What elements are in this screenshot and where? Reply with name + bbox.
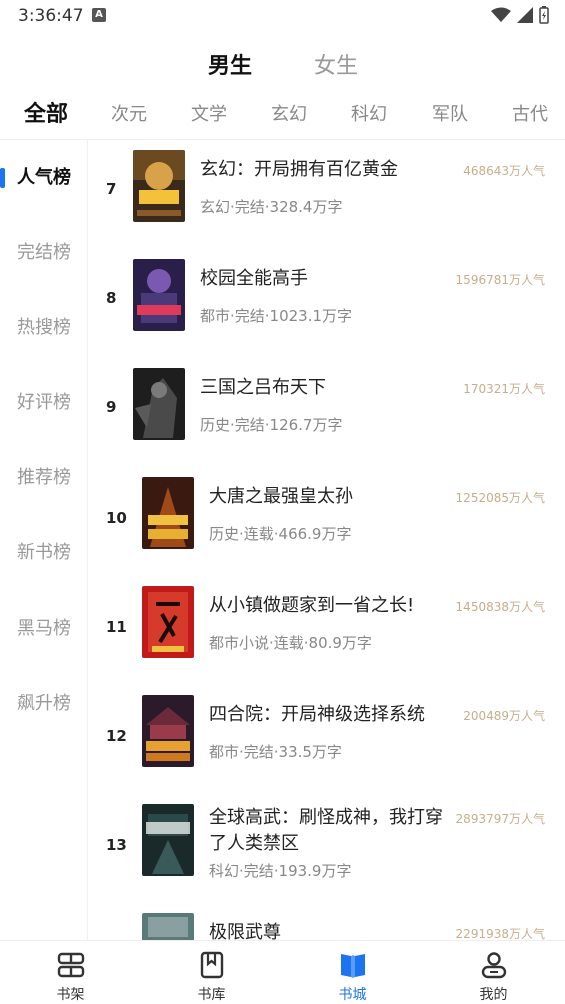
category-wenxue[interactable]: 文学 bbox=[191, 100, 227, 126]
rank-number: 8 bbox=[106, 289, 117, 307]
book-title[interactable]: 从小镇做题家到一省之长! bbox=[209, 593, 414, 619]
book-meta: 玄幻·完结·328.4万字 bbox=[200, 198, 343, 216]
status-bar: 3:36:47 A bbox=[0, 0, 565, 32]
book-title-line-2[interactable]: 了人类禁区 bbox=[209, 831, 299, 857]
book-cover[interactable] bbox=[142, 586, 194, 658]
book-cover[interactable] bbox=[142, 477, 194, 549]
rank-number: 11 bbox=[106, 618, 127, 636]
book-row[interactable]: 10 大唐之最强皇太孙 历史·连载·466.9万字 1252085万人气 bbox=[89, 477, 565, 577]
sidebar-item-recommended[interactable]: 推荐榜 bbox=[0, 458, 88, 498]
book-list: 7 玄幻：开局拥有百亿黄金 玄幻·完结·328.4万字 468643万人气 8 … bbox=[89, 140, 565, 940]
signal-icon bbox=[517, 7, 533, 23]
sidebar-item-hot-search[interactable]: 热搜榜 bbox=[0, 308, 88, 348]
nav-profile[interactable]: 我的 bbox=[423, 941, 564, 1004]
book-title[interactable]: 大唐之最强皇太孙 bbox=[209, 484, 353, 510]
book-cover[interactable] bbox=[142, 695, 194, 767]
book-row[interactable]: 11 从小镇做题家到一省之长! 都市小说·连载·80.9万字 1450838万人… bbox=[89, 586, 565, 686]
bookshelf-icon bbox=[57, 952, 85, 978]
nav-label: 我的 bbox=[479, 987, 508, 1003]
popularity: 170321万人气 bbox=[463, 382, 545, 396]
book-title[interactable]: 校园全能高手 bbox=[200, 266, 308, 292]
category-kehuan[interactable]: 科幻 bbox=[351, 100, 387, 126]
sidebar-item-new-books[interactable]: 新书榜 bbox=[0, 533, 88, 573]
popularity: 2893797万人气 bbox=[455, 812, 545, 826]
rank-number: 7 bbox=[106, 180, 117, 198]
bookstore-icon bbox=[341, 954, 365, 978]
category-all[interactable]: 全部 bbox=[24, 96, 68, 128]
wifi-icon bbox=[491, 7, 511, 22]
nav-bookshelf[interactable]: 书架 bbox=[0, 941, 141, 1004]
popularity: 1450838万人气 bbox=[455, 600, 545, 614]
sidebar-item-good-reviews[interactable]: 好评榜 bbox=[0, 383, 88, 423]
category-gudai[interactable]: 古代 bbox=[512, 100, 548, 126]
ranking-sidebar: 人气榜 完结榜 热搜榜 好评榜 推荐榜 新书榜 黑马榜 飙升榜 bbox=[0, 140, 88, 940]
book-meta: 历史·完结·126.7万字 bbox=[200, 416, 343, 434]
rank-number: 12 bbox=[106, 727, 127, 745]
rank-number: 10 bbox=[106, 509, 127, 527]
book-row[interactable]: 9 三国之吕布天下 历史·完结·126.7万字 170321万人气 bbox=[89, 368, 565, 468]
battery-icon bbox=[539, 6, 549, 24]
book-title[interactable]: 玄幻：开局拥有百亿黄金 bbox=[200, 157, 398, 183]
book-cover[interactable] bbox=[142, 913, 194, 940]
library-icon bbox=[200, 951, 224, 979]
book-title[interactable]: 四合院：开局神级选择系统 bbox=[209, 702, 425, 728]
rank-number: 9 bbox=[106, 398, 117, 416]
tab-female[interactable]: 女生 bbox=[314, 48, 358, 80]
nav-label: 书城 bbox=[338, 987, 367, 1003]
book-meta: 都市小说·连载·80.9万字 bbox=[209, 634, 372, 652]
sidebar-item-popular[interactable]: 人气榜 bbox=[0, 158, 88, 198]
book-row[interactable]: 8 校园全能高手 都市·完结·1023.1万字 1596781万人气 bbox=[89, 259, 565, 359]
popularity: 200489万人气 bbox=[463, 709, 545, 723]
book-row[interactable]: 12 四合院：开局神级选择系统 都市·完结·33.5万字 200489万人气 bbox=[89, 695, 565, 795]
book-meta: 历史·连载·466.9万字 bbox=[209, 525, 352, 543]
gender-tabs: 男生 女生 bbox=[0, 48, 565, 82]
popularity: 1596781万人气 bbox=[455, 273, 545, 287]
book-meta: 都市·完结·33.5万字 bbox=[209, 743, 342, 761]
book-cover[interactable] bbox=[133, 259, 185, 331]
book-title-line-1[interactable]: 全球高武：刷怪成神，我打穿 bbox=[209, 805, 443, 831]
category-ciyuan[interactable]: 次元 bbox=[111, 100, 147, 126]
nav-label: 书库 bbox=[197, 987, 226, 1003]
book-row[interactable]: 极限武尊 2291938万人气 bbox=[89, 913, 565, 940]
category-xuanhuan[interactable]: 玄幻 bbox=[271, 100, 307, 126]
status-time: 3:36:47 bbox=[18, 6, 84, 26]
book-title[interactable]: 极限武尊 bbox=[209, 920, 281, 940]
book-row[interactable]: 7 玄幻：开局拥有百亿黄金 玄幻·完结·328.4万字 468643万人气 bbox=[89, 150, 565, 250]
nav-label: 书架 bbox=[56, 987, 85, 1003]
bottom-nav: 书架 书库 书城 我的 bbox=[0, 940, 565, 1004]
book-cover[interactable] bbox=[142, 804, 194, 876]
popularity: 468643万人气 bbox=[463, 164, 545, 178]
popularity: 2291938万人气 bbox=[455, 927, 545, 940]
sidebar-item-rising[interactable]: 飙升榜 bbox=[0, 684, 88, 724]
profile-icon bbox=[481, 952, 507, 979]
book-cover[interactable] bbox=[133, 368, 185, 440]
nav-library[interactable]: 书库 bbox=[141, 941, 282, 1004]
accessibility-a-icon: A bbox=[92, 8, 106, 22]
book-cover[interactable] bbox=[133, 150, 185, 222]
sidebar-item-dark-horse[interactable]: 黑马榜 bbox=[0, 609, 88, 649]
status-icons bbox=[491, 6, 549, 24]
category-tabs: 全部 次元 文学 玄幻 科幻 军队 古代 bbox=[0, 96, 565, 130]
book-row[interactable]: 13 全球高武：刷怪成神，我打穿 了人类禁区 科幻·完结·193.9万字 289… bbox=[89, 804, 565, 914]
book-meta: 科幻·完结·193.9万字 bbox=[209, 862, 352, 880]
rank-number: 13 bbox=[106, 836, 127, 854]
sidebar-item-completed[interactable]: 完结榜 bbox=[0, 233, 88, 273]
tab-male[interactable]: 男生 bbox=[208, 48, 252, 80]
nav-bookstore[interactable]: 书城 bbox=[282, 941, 423, 1004]
popularity: 1252085万人气 bbox=[455, 491, 545, 505]
category-jundui[interactable]: 军队 bbox=[432, 100, 468, 126]
book-meta: 都市·完结·1023.1万字 bbox=[200, 307, 353, 325]
book-title[interactable]: 三国之吕布天下 bbox=[200, 375, 326, 401]
